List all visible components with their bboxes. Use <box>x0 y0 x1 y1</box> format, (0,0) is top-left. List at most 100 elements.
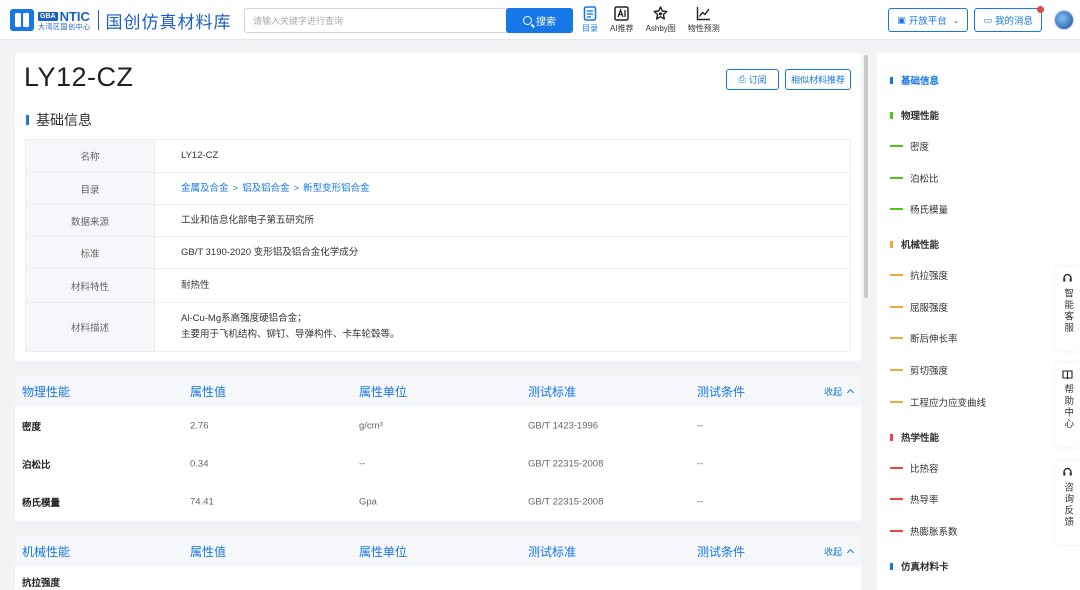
info-value: Al-Cu-Mg系高强度硬铝合金； 主要用于飞机结构、铆钉、导弹构件、卡车轮毂等… <box>155 303 850 351</box>
help-center-tab[interactable]: 帮助中心 <box>1055 363 1080 447</box>
toc-group-physical[interactable]: 物理性能 <box>890 108 939 122</box>
toc-item-tensile[interactable]: 抗拉强度 <box>890 268 948 282</box>
info-row-description: 材料描述 Al-Cu-Mg系高强度硬铝合金； 主要用于飞机结构、铆钉、导弹构件、… <box>26 303 850 352</box>
toc-group-marker <box>890 562 893 570</box>
toc-basic-info[interactable]: 基础信息 <box>890 73 939 87</box>
toc-item-label: 杨氏模量 <box>910 205 949 216</box>
search-button[interactable]: 搜索 <box>506 8 573 33</box>
toc-item-elongation[interactable]: 断后伸长率 <box>890 331 958 345</box>
header-category: 机械性能 <box>22 544 71 559</box>
user-avatar[interactable] <box>1054 10 1074 30</box>
book-icon <box>1062 369 1073 380</box>
toc-group-marker <box>890 76 893 84</box>
scrollbar[interactable] <box>864 55 868 298</box>
info-label: 材料描述 <box>26 303 155 351</box>
header-unit: 属性单位 <box>359 544 408 559</box>
toc-group-simulation-card[interactable]: 仿真材料卡 <box>890 559 949 573</box>
toc-item-density[interactable]: 密度 <box>890 139 929 153</box>
toc-item-label: 工程应力应变曲线 <box>910 398 987 409</box>
logo-divider <box>97 10 99 30</box>
property-unit: Gpa <box>359 496 377 508</box>
info-value: 工业和信息化部电子第五研究所 <box>181 214 315 226</box>
physical-table-header: 物理性能 属性值 属性单位 测试标准 测试条件 收起 <box>15 375 861 407</box>
catalog-link-wrought-alloy[interactable]: 新型变形铝合金 <box>303 181 370 197</box>
my-messages-button[interactable]: ▭ 我的消息 <box>974 6 1044 32</box>
toc-item-poisson[interactable]: 泊松比 <box>890 171 939 185</box>
table-row: 杨氏模量 74.41 Gpa GB/T 22315-2008 -- <box>15 483 861 521</box>
info-value: GB/T 3190-2020 变形铝及铝合金化学成分 <box>181 246 359 258</box>
property-name: 杨氏模量 <box>22 498 61 509</box>
chevron-up-icon <box>846 548 855 557</box>
search-box: 搜索 <box>244 8 573 33</box>
toc-dash <box>890 530 903 532</box>
toc-item-label: 断后伸长率 <box>910 334 958 345</box>
subscribe-label: 订阅 <box>748 75 767 85</box>
site-logo[interactable]: GBA NTIC 大湾区国创中心 国创仿真材料库 <box>10 9 232 32</box>
subscribe-button[interactable]: ⎙ 订阅 <box>726 69 779 90</box>
breadcrumb-separator: > <box>232 182 239 194</box>
nav-ashby-label: Ashby图 <box>645 24 676 33</box>
property-condition: -- <box>697 420 704 432</box>
my-messages-label: 我的消息 <box>994 16 1033 27</box>
toc-item-shear[interactable]: 剪切强度 <box>890 363 948 377</box>
similar-materials-label: 相似材料推荐 <box>790 75 845 85</box>
toc-item-thermal-conductivity[interactable]: 热导率 <box>890 492 939 506</box>
header-actions: ▣ 开放平台 ⌄ ▭ 我的消息 <box>882 6 1044 32</box>
toc-item-specific-heat[interactable]: 比热容 <box>890 461 939 475</box>
nav-catalog[interactable]: 目录 <box>582 5 598 34</box>
toc-dash <box>890 369 903 371</box>
info-value: 金属及合金 > 铝及铝合金 > 新型变形铝合金 <box>155 173 850 204</box>
table-row: 密度 2.76 g/cm³ GB/T 1423-1996 -- <box>15 407 861 445</box>
collapse-button[interactable]: 收起 <box>823 385 855 398</box>
float-tab-label: 帮助中心 <box>1062 384 1074 430</box>
toc-item-label: 屈服强度 <box>910 303 949 314</box>
ashby-chart-icon <box>653 5 669 21</box>
toc-dash <box>890 177 903 179</box>
property-name: 密度 <box>22 422 42 433</box>
nav-property-predict[interactable]: 物性预测 <box>688 5 720 34</box>
line-chart-icon <box>696 5 712 21</box>
toc-group-label: 机械性能 <box>901 240 940 251</box>
catalog-link-metals[interactable]: 金属及合金 <box>181 181 229 197</box>
nav-ai-recommend[interactable]: AI推荐 <box>610 5 634 34</box>
toc-item-label: 热膨胀系数 <box>910 527 958 538</box>
toc-group-marker <box>890 111 893 119</box>
collapse-button[interactable]: 收起 <box>824 545 855 558</box>
headset-icon <box>1062 273 1073 284</box>
toc-dash <box>890 401 903 403</box>
toc-item-yield[interactable]: 屈服强度 <box>890 300 948 314</box>
header-unit: 属性单位 <box>359 384 408 399</box>
search-input[interactable] <box>245 9 505 32</box>
toc-group-label: 热学性能 <box>901 433 940 444</box>
table-of-contents: 基础信息 物理性能 密度 泊松比 杨氏模量 机械性能 抗拉强度 屈服强度 断后伸… <box>877 53 1080 590</box>
basic-info-heading: 基础信息 <box>26 110 92 130</box>
nav-ashby[interactable]: Ashby图 <box>646 5 676 34</box>
info-row-feature: 材料特性 耐热性 <box>26 269 850 303</box>
toc-group-mechanical[interactable]: 机械性能 <box>890 237 939 251</box>
toc-item-thermal-expansion[interactable]: 热膨胀系数 <box>890 524 958 538</box>
basic-info-heading-label: 基础信息 <box>36 112 92 128</box>
similar-materials-button[interactable]: 相似材料推荐 <box>785 69 851 90</box>
header-standard: 测试标准 <box>528 384 577 399</box>
message-icon: ▭ <box>983 14 992 25</box>
toc-item-youngs-modulus[interactable]: 杨氏模量 <box>890 202 948 216</box>
material-title: LY12-CZ <box>24 62 134 92</box>
header-category: 物理性能 <box>22 384 71 399</box>
property-value: 2.76 <box>190 420 209 432</box>
collapse-label: 收起 <box>823 386 842 397</box>
open-platform-button[interactable]: ▣ 开放平台 ⌄ <box>888 8 969 32</box>
toc-item-stress-strain[interactable]: 工程应力应变曲线 <box>890 395 986 409</box>
nav-catalog-label: 目录 <box>582 24 598 33</box>
header-value: 属性值 <box>190 384 227 399</box>
toc-group-thermal[interactable]: 热学性能 <box>890 430 939 444</box>
feedback-tab[interactable]: 咨询反馈 <box>1055 461 1080 545</box>
physical-properties-card: 物理性能 属性值 属性单位 测试标准 测试条件 收起 密度 2.76 g/cm³… <box>15 375 861 521</box>
toc-item-label: 剪切强度 <box>910 366 949 377</box>
property-condition: -- <box>697 496 704 508</box>
smart-service-tab[interactable]: 智能客服 <box>1055 267 1080 351</box>
property-unit: g/cm³ <box>359 420 383 432</box>
catalog-icon <box>582 5 598 21</box>
info-row-name: 名称 LY12-CZ <box>26 140 850 173</box>
catalog-link-aluminum[interactable]: 铝及铝合金 <box>242 181 290 197</box>
info-value: LY12-CZ <box>181 150 219 161</box>
